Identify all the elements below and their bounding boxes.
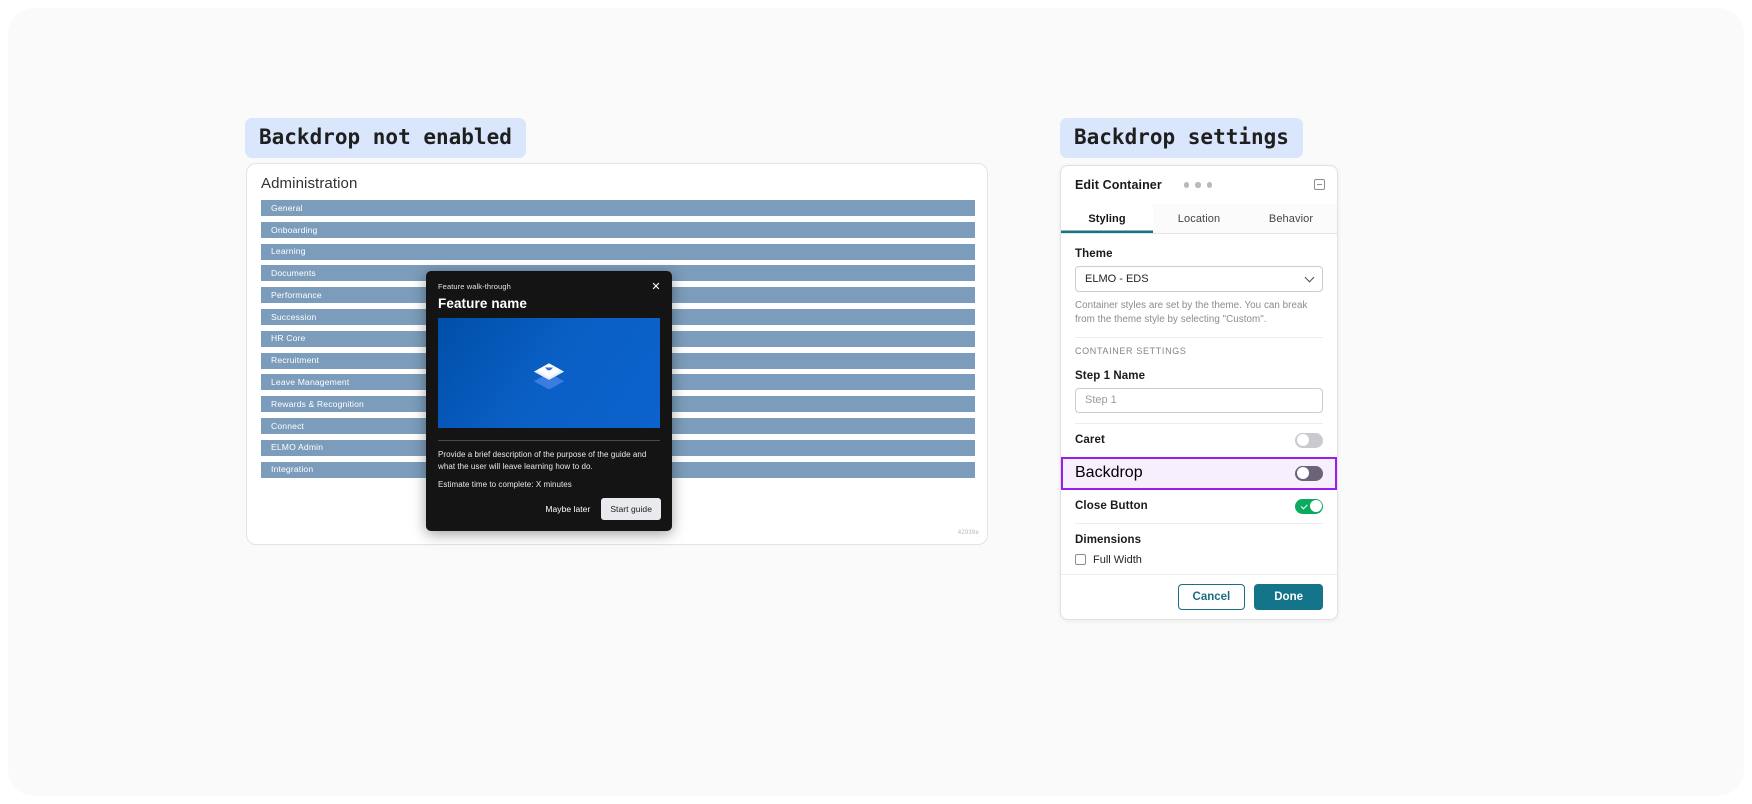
- full-width-checkbox-row[interactable]: Full Width: [1075, 554, 1323, 566]
- panel-tabs: Styling Location Behavior: [1061, 204, 1337, 234]
- caret-toggle[interactable]: [1295, 432, 1323, 448]
- list-item[interactable]: General: [261, 200, 975, 216]
- container-settings-caption: CONTAINER SETTINGS: [1075, 345, 1187, 356]
- nav-item-label: Connect: [271, 420, 305, 431]
- list-item[interactable]: Learning: [261, 243, 975, 260]
- watermark-text: 42939e: [957, 530, 979, 536]
- step-name-label: Step 1 Name: [1075, 369, 1146, 382]
- row-divider-dimensions: [1075, 522, 1323, 524]
- elmo-logo-icon: [533, 363, 565, 390]
- list-item[interactable]: Onboarding: [261, 221, 975, 238]
- nav-item-label: Onboarding: [271, 224, 318, 235]
- panel-header: Edit Container: [1061, 166, 1337, 204]
- backdrop-label: Backdrop: [1075, 464, 1143, 482]
- tab-behavior[interactable]: Behavior: [1245, 204, 1337, 233]
- setting-row-close-button: Close Button: [1075, 490, 1323, 523]
- start-guide-button[interactable]: Start guide: [601, 498, 661, 520]
- modal-title: Feature name: [438, 296, 527, 311]
- drag-handle-icon[interactable]: [1183, 182, 1213, 188]
- annotation-label-left: Backdrop not enabled: [245, 118, 526, 158]
- modal-estimate-text: Estimate time to complete: X minutes: [438, 480, 572, 489]
- theme-label: Theme: [1075, 248, 1113, 260]
- edit-container-panel: Edit Container Styling Location Behavior…: [1060, 165, 1338, 620]
- annotation-label-right: Backdrop settings: [1060, 118, 1303, 158]
- tab-styling[interactable]: Styling: [1061, 204, 1153, 233]
- caret-label: Caret: [1075, 434, 1105, 447]
- nav-item-label: Recruitment: [271, 355, 319, 366]
- feature-walkthrough-modal: Feature walk-through ✕ Feature name Prov…: [426, 271, 672, 531]
- nav-item-label: Performance: [271, 289, 322, 300]
- full-width-checkbox[interactable]: [1075, 554, 1086, 566]
- setting-row-caret: Caret: [1075, 424, 1323, 457]
- close-button-toggle[interactable]: [1295, 498, 1323, 514]
- done-button[interactable]: Done: [1254, 584, 1323, 610]
- nav-item-label: Documents: [271, 268, 316, 279]
- nav-item-label: HR Core: [271, 333, 306, 344]
- canvas-surface: Backdrop not enabled Backdrop settings A…: [8, 8, 1744, 796]
- maybe-later-button[interactable]: Maybe later: [545, 504, 590, 514]
- minimize-icon[interactable]: [1314, 179, 1325, 190]
- panel-title: Edit Container: [1075, 178, 1162, 192]
- cancel-button[interactable]: Cancel: [1177, 584, 1246, 610]
- modal-divider: [438, 440, 660, 441]
- nav-item-label: General: [271, 202, 303, 213]
- chevron-down-icon: [1304, 272, 1315, 283]
- theme-helper-text: Container styles are set by the theme. Y…: [1075, 300, 1308, 325]
- nav-item-label: Succession: [271, 311, 317, 322]
- theme-select-value: ELMO - EDS: [1085, 273, 1149, 285]
- theme-select[interactable]: ELMO - EDS: [1075, 266, 1323, 292]
- nav-item-label: ELMO Admin: [271, 442, 324, 453]
- modal-actions: Maybe later Start guide: [545, 498, 661, 520]
- section-divider: [1075, 336, 1323, 338]
- backdrop-toggle[interactable]: [1295, 465, 1323, 481]
- modal-eyebrow: Feature walk-through: [438, 282, 511, 291]
- close-icon[interactable]: ✕: [650, 281, 662, 293]
- panel-footer: Cancel Done: [1061, 574, 1337, 619]
- page-title: Administration: [261, 175, 358, 192]
- dimensions-label: Dimensions: [1075, 533, 1142, 546]
- nav-item-label: Rewards & Recognition: [271, 398, 364, 409]
- setting-row-backdrop: Backdrop: [1061, 456, 1337, 490]
- modal-description: Provide a brief description of the purpo…: [438, 450, 647, 471]
- nav-item-label: Leave Management: [271, 377, 350, 388]
- close-button-label: Close Button: [1075, 500, 1148, 513]
- full-width-label: Full Width: [1093, 553, 1142, 566]
- modal-media-placeholder: [438, 318, 660, 428]
- tab-location[interactable]: Location: [1153, 204, 1245, 233]
- nav-item-label: Integration: [271, 464, 314, 475]
- panel-body: Theme ELMO - EDS Container styles are se…: [1061, 248, 1337, 566]
- page-root: Backdrop not enabled Backdrop settings A…: [0, 0, 1752, 804]
- step-name-input[interactable]: [1075, 387, 1323, 413]
- nav-item-label: Learning: [271, 246, 306, 257]
